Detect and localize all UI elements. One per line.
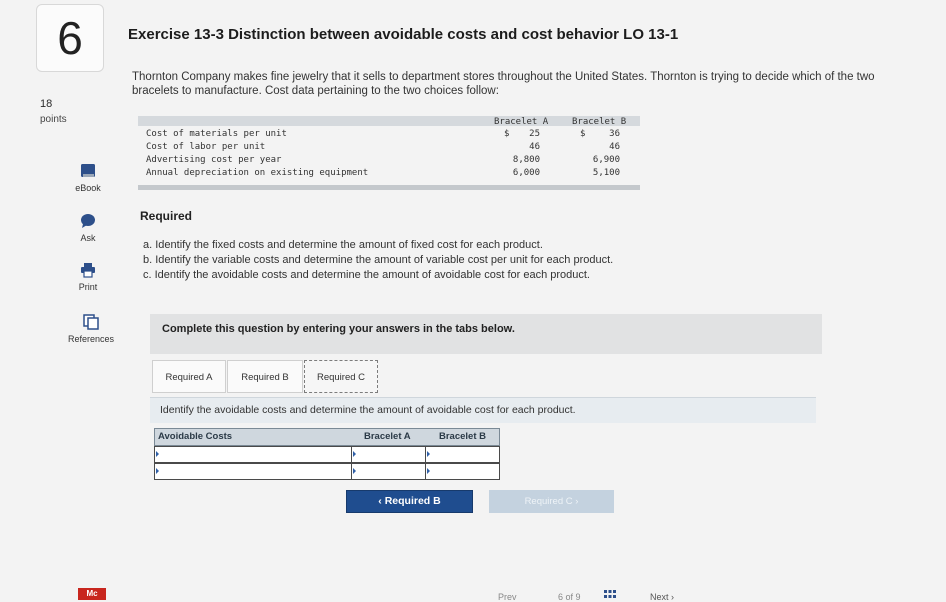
question-number: 6 [36,4,104,72]
answer-grid-header: Avoidable Costs Bracelet A Bracelet B [154,428,500,446]
footer-next-button[interactable]: Next › [650,592,674,602]
bracelet-a-value: 25 [529,129,540,139]
intro-paragraph: Thornton Company makes fine jewelry that… [132,71,875,97]
bracelet-b-input[interactable] [425,463,500,480]
tab-required-c[interactable]: Required C [304,360,378,393]
bracelet-a-input[interactable] [351,446,426,463]
grid-icon[interactable] [604,590,616,600]
bracelet-a-value: 46 [529,142,540,152]
required-item-b: b. Identify the variable costs and deter… [143,254,614,266]
page-indicator[interactable]: 6 of 9 [558,592,581,602]
required-heading: Required [140,209,193,223]
header-bracelet-b: Bracelet B [439,431,486,442]
table-row: Cost of labor per unit 46 46 [138,142,640,155]
bracelet-a-input[interactable] [351,463,426,480]
exercise-title: Exercise 13-3 Distinction between avoida… [128,26,679,43]
tab-required-a[interactable]: Required A [152,360,226,393]
header-bracelet-a: Bracelet A [364,431,411,442]
row-label: Annual depreciation on existing equipmen… [146,168,369,178]
references-icon [83,314,99,330]
complete-instruction-text: Complete this question by entering your … [162,323,515,335]
row-label: Advertising cost per year [146,155,282,165]
answer-row [154,463,500,480]
bracelet-b-input[interactable] [425,446,500,463]
header-bracelet-b: Bracelet B [572,117,627,127]
references-label: References [67,334,115,344]
next-required-button[interactable]: Required C › [489,490,614,513]
row-label: Cost of labor per unit [146,142,266,152]
table-row: Advertising cost per year 8,800 6,900 [138,155,640,168]
tab-instruction-text: Identify the avoidable costs and determi… [160,404,576,416]
avoidable-cost-dropdown[interactable] [154,463,352,480]
references-button[interactable]: References [58,314,124,344]
prev-required-button[interactable]: ‹ Required B [346,490,473,513]
required-item-a: a. Identify the fixed costs and determin… [143,239,543,251]
printer-icon [81,263,95,278]
footer-prev-button[interactable]: Prev [498,592,517,602]
required-item-c: c. Identify the avoidable costs and dete… [143,269,590,281]
points-label: points [40,114,67,125]
print-label: Print [78,282,98,292]
print-button[interactable]: Print [52,262,124,292]
avoidable-cost-dropdown[interactable] [154,446,352,463]
row-label: Cost of materials per unit [146,129,287,139]
next-required-label: Required C [524,496,573,507]
bracelet-a-value: 8,800 [512,155,540,165]
bracelet-b-value: 46 [609,142,620,152]
chevron-right-icon: › [671,592,675,602]
mcgraw-hill-logo: Mc [78,588,106,600]
table-row: Cost of materials per unit $ 25 $ 36 [138,129,640,142]
bracelet-a-value: 6,000 [512,168,540,178]
bracelet-b-value: 36 [609,129,620,139]
ask-label: Ask [80,233,96,243]
header-bracelet-a: Bracelet A [494,117,549,127]
points-value: 18 [40,98,53,110]
ebook-label: eBook [75,183,101,193]
ask-button[interactable]: Ask [52,213,124,243]
chevron-right-icon: › [575,496,579,507]
prev-required-label: Required B [384,495,441,507]
book-icon [81,164,95,177]
bracelet-b-value: 5,100 [592,168,620,178]
table-row: Annual depreciation on existing equipmen… [138,168,640,181]
answer-row [154,446,500,463]
chat-bubble-icon [81,214,95,228]
bracelet-b-value: 6,900 [592,155,620,165]
ebook-button[interactable]: eBook [52,163,124,193]
table-footer-bar [138,185,640,190]
header-avoidable-costs: Avoidable Costs [158,431,233,442]
tab-required-b[interactable]: Required B [227,360,303,393]
footer-next-label: Next [650,592,669,602]
